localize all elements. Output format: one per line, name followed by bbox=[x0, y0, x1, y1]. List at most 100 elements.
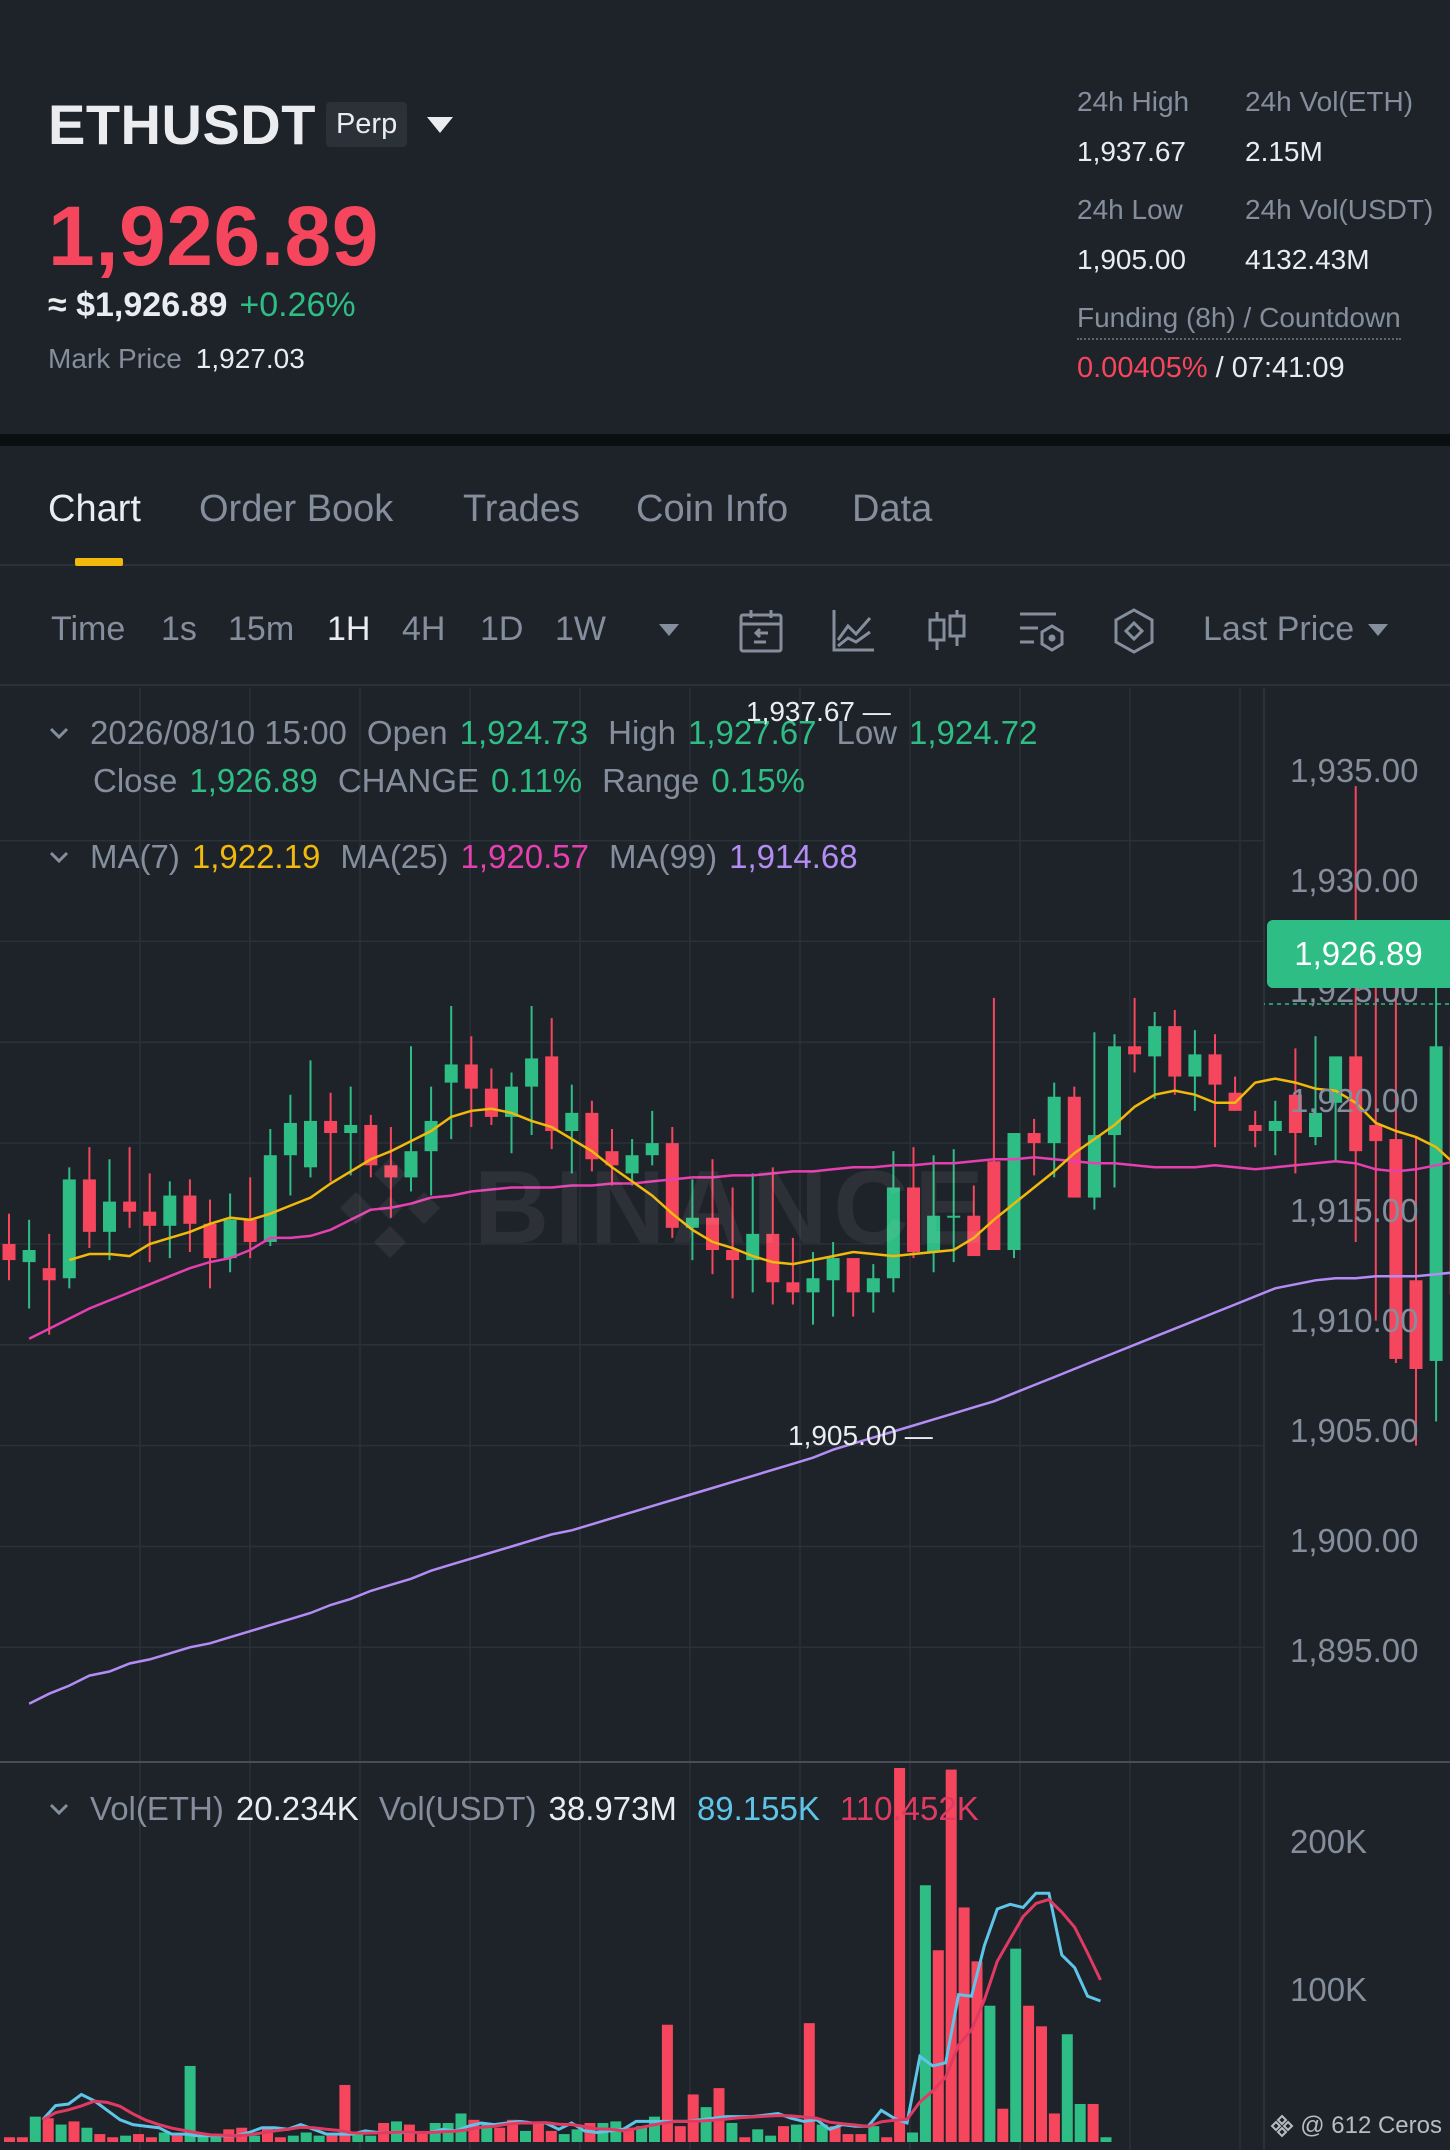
price-axis-label: 1,905.00 bbox=[1290, 1412, 1419, 1449]
volume-bar bbox=[494, 2127, 506, 2142]
candle-body bbox=[123, 1201, 137, 1212]
volume-bar bbox=[1036, 2026, 1047, 2142]
volume-bar bbox=[287, 2135, 299, 2142]
volume-bar bbox=[120, 2135, 132, 2142]
volume-bar bbox=[997, 2108, 1009, 2142]
timeframe-15m[interactable]: 15m bbox=[228, 610, 294, 649]
time-button[interactable]: Time bbox=[51, 610, 125, 649]
stat-label: 24h High bbox=[1077, 86, 1190, 117]
range-value: 0.15% bbox=[711, 762, 805, 799]
low-value: 1,924.72 bbox=[909, 714, 1038, 751]
high-annotation: 1,937.67 — bbox=[746, 696, 891, 727]
line-chart-icon[interactable] bbox=[828, 606, 878, 656]
timeframe-1d[interactable]: 1D bbox=[480, 610, 523, 649]
ma99-value: 1,914.68 bbox=[729, 838, 858, 875]
funding-rate: 0.00405% bbox=[1077, 352, 1208, 384]
more-timeframes-chevron-icon[interactable] bbox=[659, 624, 679, 636]
candle-body bbox=[1128, 1046, 1142, 1055]
low-annotation: 1,905.00 — bbox=[788, 1420, 933, 1451]
mark-price-row: Mark Price 1,927.03 bbox=[48, 343, 305, 375]
chevron-down-icon[interactable] bbox=[427, 116, 454, 133]
vol-eth-label: Vol(ETH) bbox=[90, 1790, 224, 1827]
volume-bar bbox=[29, 2116, 41, 2142]
tab-coin-info[interactable]: Coin Info bbox=[636, 488, 788, 531]
funding-countdown: 07:41:09 bbox=[1231, 352, 1345, 384]
candle-body bbox=[324, 1120, 338, 1134]
candle-body bbox=[1268, 1120, 1282, 1132]
volume-bar bbox=[1100, 2137, 1112, 2142]
volume-bar bbox=[262, 2127, 273, 2142]
indicator-settings-icon[interactable] bbox=[1016, 606, 1066, 656]
candle-body bbox=[163, 1195, 177, 1226]
candle-body bbox=[304, 1120, 317, 1168]
timeframe-1w[interactable]: 1W bbox=[555, 610, 606, 649]
collapse-chevron-icon[interactable] bbox=[48, 1798, 70, 1820]
candle-date: 2026/08/10 15:00 bbox=[90, 714, 347, 751]
drawing-tool-icon[interactable] bbox=[1109, 606, 1159, 656]
stat-value: 2.15M bbox=[1245, 136, 1323, 167]
candle-body bbox=[1087, 1135, 1101, 1198]
ohlc-row-2: Close 1,926.89 CHANGE 0.11% Range 0.15% bbox=[93, 762, 805, 800]
volume-bar bbox=[326, 2135, 338, 2142]
volume-bar bbox=[133, 2134, 144, 2142]
ma99-line bbox=[28, 1271, 1450, 1705]
chart-toolbar: Time 1s 15m 1H 4H 1D 1W Last Price bbox=[0, 568, 1450, 686]
volume-bar bbox=[1087, 2103, 1099, 2142]
collapse-chevron-icon[interactable] bbox=[48, 722, 70, 744]
calendar-icon[interactable] bbox=[736, 606, 786, 656]
current-price-tag: 1,926.89 bbox=[1267, 920, 1450, 988]
candle-body bbox=[283, 1122, 297, 1156]
volume-bar bbox=[1061, 2034, 1073, 2142]
open-value: 1,924.73 bbox=[459, 714, 589, 751]
price-type-dropdown[interactable]: Last Price bbox=[1203, 610, 1389, 649]
timeframe-4h[interactable]: 4H bbox=[402, 610, 445, 649]
credit: @ 612 Ceros bbox=[1270, 2112, 1442, 2140]
volume-bar bbox=[94, 2134, 106, 2142]
tab-trades[interactable]: Trades bbox=[463, 488, 580, 531]
last-price: 1,926.89 bbox=[48, 189, 379, 283]
volume-bar bbox=[16, 2137, 28, 2142]
candle-body bbox=[263, 1155, 277, 1242]
candle-body bbox=[806, 1278, 820, 1293]
range-label: Range bbox=[602, 762, 700, 799]
collapse-chevron-icon[interactable] bbox=[48, 846, 70, 868]
candle-body bbox=[1007, 1133, 1021, 1251]
volume-bar bbox=[365, 2135, 377, 2142]
symbol-selector[interactable]: ETHUSDT Perp bbox=[48, 92, 454, 157]
timeframe-1h[interactable]: 1H bbox=[327, 610, 370, 649]
candle-body bbox=[565, 1112, 579, 1132]
volume-bar bbox=[300, 2132, 312, 2142]
volume-bar bbox=[765, 2135, 777, 2142]
price-axis-label: 1,935.00 bbox=[1290, 752, 1419, 789]
volume-bar bbox=[274, 2137, 286, 2142]
candle-body bbox=[525, 1058, 539, 1087]
funding-separator: / bbox=[1215, 352, 1224, 384]
volume-bar bbox=[868, 2126, 880, 2142]
tab-data[interactable]: Data bbox=[852, 488, 932, 531]
mark-price-label: Mark Price bbox=[48, 343, 182, 374]
tab-chart[interactable]: Chart bbox=[48, 488, 141, 531]
candle-type-icon[interactable] bbox=[922, 606, 972, 656]
chart-canvas[interactable] bbox=[0, 688, 1450, 2150]
close-value: 1,926.89 bbox=[189, 762, 318, 799]
tab-order-book[interactable]: Order Book bbox=[199, 488, 393, 531]
high-label: High bbox=[608, 714, 676, 751]
candle-body bbox=[62, 1179, 76, 1279]
high-annotation-value: 1,937.67 bbox=[746, 696, 855, 727]
funding-label[interactable]: Funding (8h) / Countdown bbox=[1077, 302, 1401, 340]
candle-body bbox=[1248, 1124, 1262, 1132]
chevron-down-icon bbox=[1368, 623, 1389, 636]
candle-body bbox=[1208, 1054, 1222, 1085]
volume-bar bbox=[803, 2023, 815, 2142]
change-percent: +0.26% bbox=[239, 286, 356, 324]
vol-ma5-value: 89.155K bbox=[696, 1790, 820, 1827]
stat-label: 24h Low bbox=[1077, 194, 1183, 225]
timeframe-1s[interactable]: 1s bbox=[161, 610, 197, 649]
ma7-label: MA(7) bbox=[90, 838, 180, 875]
candlestick-chart[interactable]: BINANCE 2026/08/10 15:00 Open 1,924.73 H… bbox=[0, 688, 1450, 2150]
close-label: Close bbox=[93, 762, 178, 799]
volume-bar bbox=[842, 2134, 854, 2142]
price-axis-label: 1,900.00 bbox=[1290, 1522, 1419, 1559]
candle-body bbox=[223, 1219, 237, 1259]
funding-row: 0.00405%/07:41:09 bbox=[1077, 352, 1345, 385]
